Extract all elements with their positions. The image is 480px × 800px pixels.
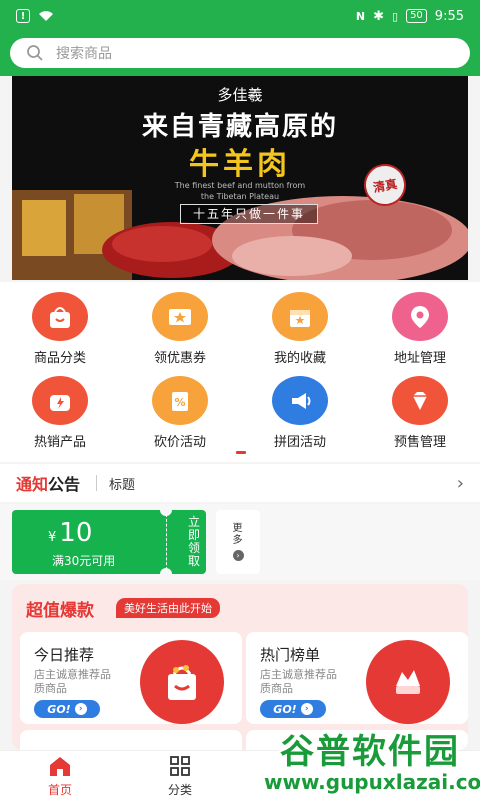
grid-item-group-buy[interactable]: 拼团活动 (240, 366, 360, 450)
grid-label: 地址管理 (393, 351, 446, 366)
shopping-bag-icon (140, 640, 224, 724)
trophy-icon (366, 640, 450, 724)
coupon-card[interactable]: ¥10 满30元可用 立即领取 (12, 504, 206, 580)
nfc-icon: N (355, 9, 366, 23)
notice-bar[interactable]: 通知 公告 标题 › (0, 464, 480, 502)
function-grid: 商品分类 领优惠券 我的收藏 地址管理 热销产品 % 砍价活动 拼团活动 预售管… (0, 282, 480, 462)
coupon-section: ¥10 满30元可用 立即领取 更多 › (0, 504, 480, 580)
promo-card-hot-list[interactable]: 热门榜单 店主诚意推荐品质商品 GO! › (246, 632, 468, 724)
home-icon (50, 757, 70, 776)
notice-label-red: 通知 (16, 475, 49, 494)
section-title: 超值爆款 (26, 601, 94, 621)
bargain-tag-icon: % (152, 376, 208, 425)
grid-label: 拼团活动 (273, 435, 326, 450)
grid-label: 砍价活动 (153, 435, 206, 450)
battery-icon: 50 (406, 9, 427, 23)
nav-category[interactable]: 分类 (120, 755, 240, 798)
watermark-text: 谷普软件园 (280, 732, 460, 772)
grid-item-presale[interactable]: 预售管理 (360, 366, 480, 450)
grid-item-category[interactable]: 商品分类 (0, 282, 120, 366)
banner-subtitle-line-1: The finest beef and mutton from (174, 181, 306, 190)
grid-label: 预售管理 (393, 435, 446, 450)
location-pin-icon (392, 292, 448, 341)
go-label: GO! (47, 702, 71, 716)
hot-sale-icon (32, 376, 88, 425)
grid-item-coupon[interactable]: 领优惠券 (120, 282, 240, 366)
diamond-icon (392, 376, 448, 425)
clock: 9:55 (434, 8, 464, 24)
go-button[interactable]: GO! › (260, 700, 326, 718)
coupon-divider (166, 514, 167, 570)
site-watermark: 谷普软件园 www.gupuxlazai.com (264, 724, 480, 800)
arrow-right-icon: › (300, 703, 313, 715)
search-icon (27, 45, 43, 61)
grid-item-address[interactable]: 地址管理 (360, 282, 480, 366)
banner-subtitle-line-2: the Tibetan Plateau (200, 192, 280, 201)
coupon-currency: ¥ (48, 530, 57, 545)
bluetooth-icon: ✱ (373, 8, 384, 24)
svg-text:%: % (174, 396, 185, 409)
status-bar: ! N ✱ ▯ 50 9:55 (0, 0, 480, 32)
arrow-right-icon: › (74, 703, 87, 715)
page-indicator (236, 451, 246, 454)
more-label: 更多 (232, 523, 243, 546)
notice-label-black: 公告 (48, 475, 81, 494)
megaphone-icon (272, 376, 328, 425)
favorite-box-icon (272, 292, 328, 341)
search-placeholder: 搜索商品 (56, 46, 112, 62)
nav-label: 分类 (167, 783, 192, 797)
go-label: GO! (273, 702, 297, 716)
card-desc: 店主诚意推荐品质商品 (260, 668, 337, 695)
notice-text: 标题 (109, 477, 136, 493)
promo-card-today[interactable]: 今日推荐 店主诚意推荐品质商品 GO! › (20, 632, 242, 724)
divider (96, 475, 98, 491)
coupon-value: 10 (59, 518, 93, 548)
chevron-right-icon[interactable]: › (457, 473, 464, 494)
grid-label: 商品分类 (33, 351, 86, 366)
shopping-bag-icon (32, 292, 88, 341)
grid-category-icon (170, 756, 190, 776)
banner-tagline: 十五年只做一件事 (180, 204, 318, 224)
promo-banner[interactable]: 多佳羲 来自青藏高原的 牛羊肉 The finest beef and mutt… (12, 76, 468, 280)
chevron-right-icon: › (232, 550, 244, 561)
grid-label: 热销产品 (33, 435, 86, 450)
search-bar-container: 搜索商品 (0, 32, 480, 76)
card-title: 今日推荐 (34, 646, 95, 664)
card-desc: 店主诚意推荐品质商品 (34, 668, 111, 695)
nav-label: 首页 (47, 783, 72, 797)
grid-item-favorites[interactable]: 我的收藏 (240, 282, 360, 366)
nav-home[interactable]: 首页 (0, 755, 120, 798)
notification-badge-icon: ! (16, 9, 30, 23)
coupon-condition: 满30元可用 (52, 554, 116, 568)
grid-item-bargain[interactable]: % 砍价活动 (120, 366, 240, 450)
go-button[interactable]: GO! › (34, 700, 100, 718)
coupon-amount: ¥10 (48, 518, 92, 553)
section-badge: 美好生活由此开始 (116, 598, 220, 618)
grid-label: 我的收藏 (273, 351, 326, 366)
vibrate-icon: ▯ (392, 9, 399, 23)
grid-label: 领优惠券 (153, 351, 206, 366)
watermark-url: www.gupuxlazai.com (264, 770, 480, 794)
more-coupons-button[interactable]: 更多 › (216, 510, 260, 574)
search-input[interactable]: 搜索商品 (10, 38, 470, 68)
card-title: 热门榜单 (260, 646, 321, 664)
coupon-star-icon (152, 292, 208, 341)
grid-item-hot-products[interactable]: 热销产品 (0, 366, 120, 450)
coupon-claim-button[interactable]: 立即领取 (188, 516, 202, 568)
wifi-icon (39, 11, 53, 21)
promo-card-lower[interactable] (20, 730, 242, 750)
banner-headline: 来自青藏高原的 (141, 112, 338, 142)
banner-brand: 多佳羲 (217, 86, 263, 104)
